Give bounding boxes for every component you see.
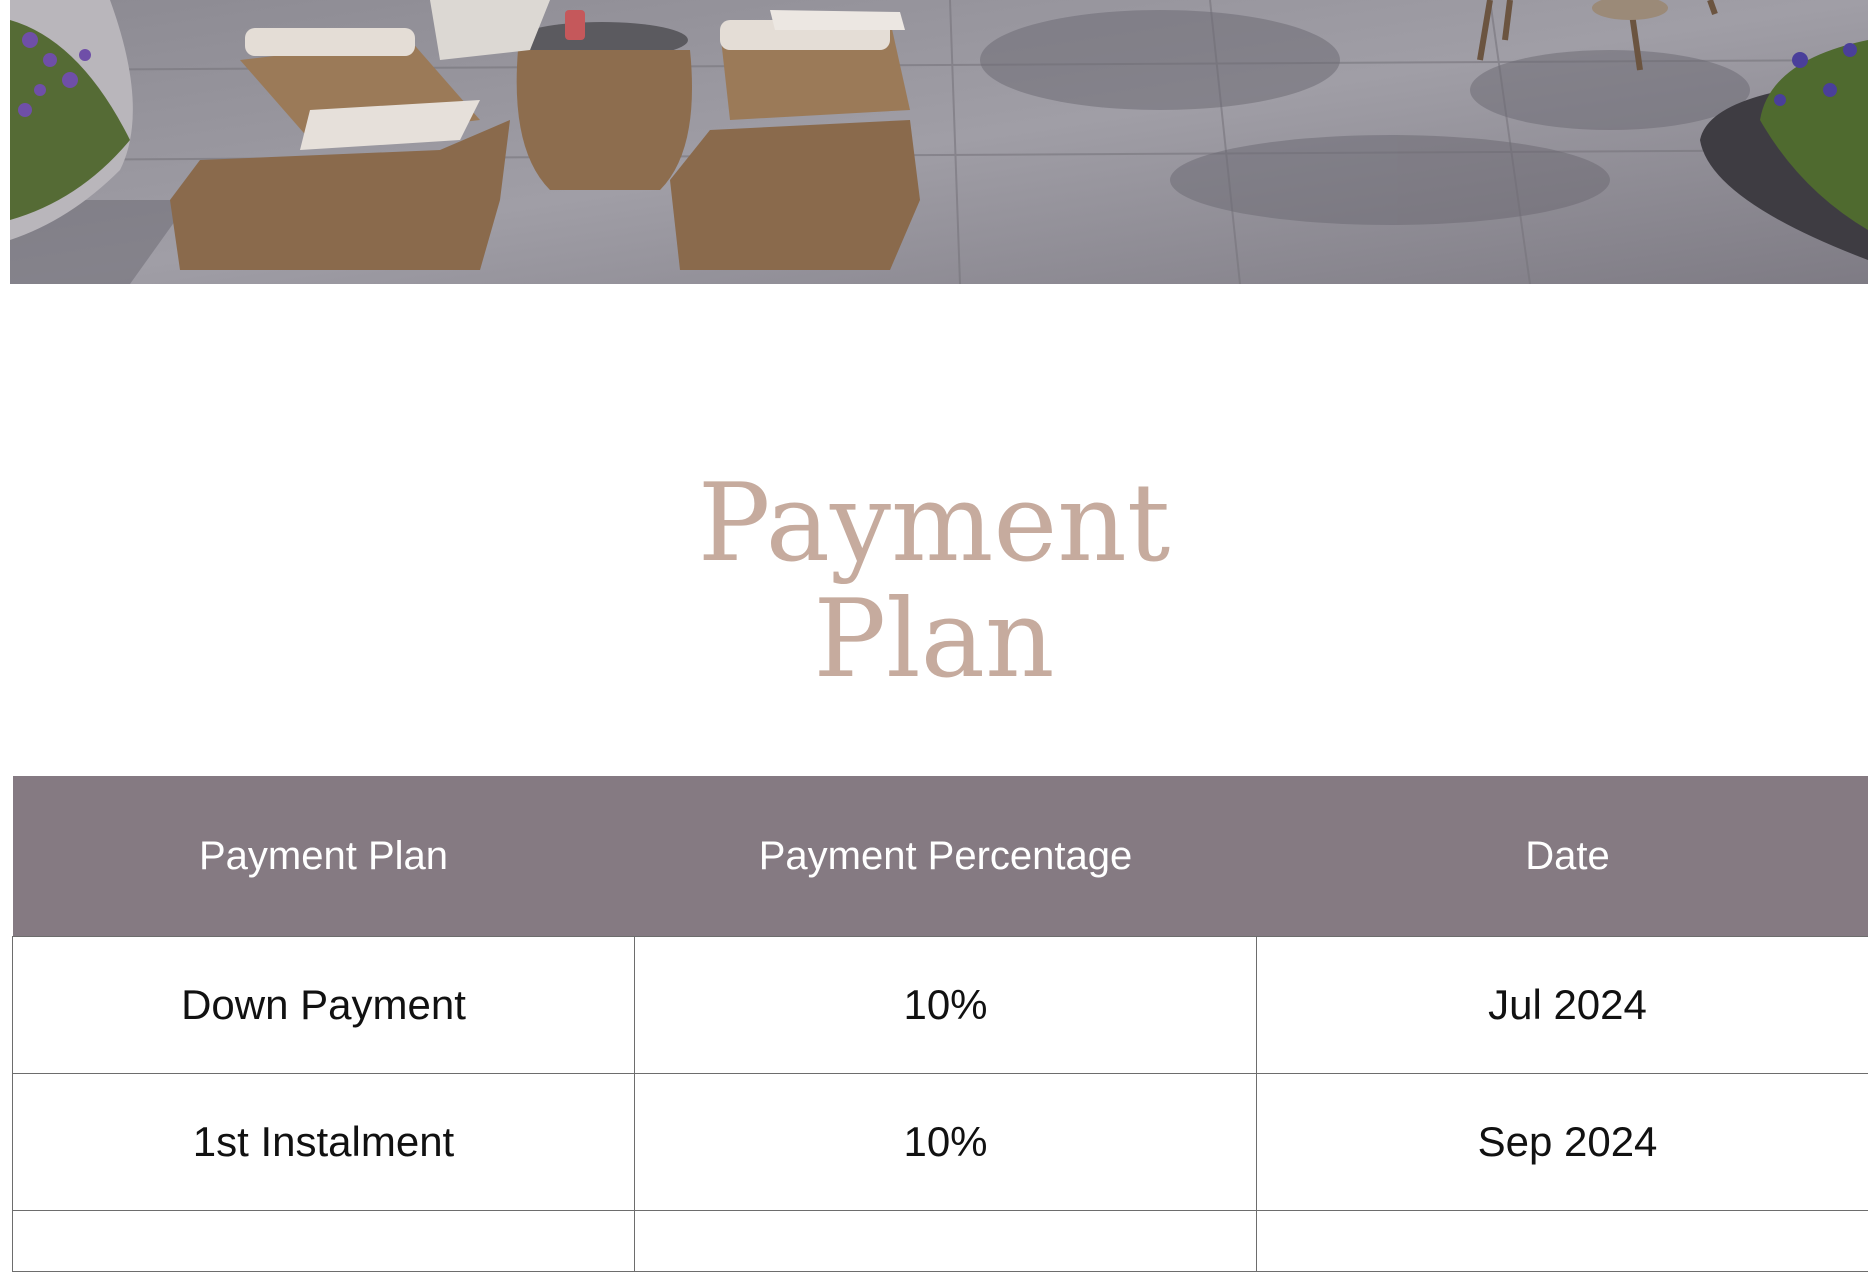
header-date: Date xyxy=(1257,776,1868,937)
header-payment-percentage: Payment Percentage xyxy=(635,776,1257,937)
cell-payment-percentage: 10% xyxy=(635,1074,1257,1211)
table-row: Down Payment 10% Jul 2024 xyxy=(13,937,1868,1074)
table-row: 1st Instalment 10% Sep 2024 xyxy=(13,1074,1868,1211)
cell-date xyxy=(1257,1211,1868,1272)
cell-payment-plan xyxy=(13,1211,635,1272)
cell-payment-plan: 1st Instalment xyxy=(13,1074,635,1211)
table-header-row: Payment Plan Payment Percentage Date xyxy=(13,776,1868,937)
payment-plan-table: Payment Plan Payment Percentage Date Dow… xyxy=(12,776,1868,1272)
cell-payment-percentage: 10% xyxy=(635,937,1257,1074)
terrace-photo xyxy=(10,0,1868,284)
cell-payment-percentage xyxy=(635,1211,1257,1272)
cell-date: Jul 2024 xyxy=(1257,937,1868,1074)
page-title-line-2: Plan xyxy=(0,584,1868,696)
table-row xyxy=(13,1211,1868,1272)
header-payment-plan: Payment Plan xyxy=(13,776,635,937)
cell-date: Sep 2024 xyxy=(1257,1074,1868,1211)
cell-payment-plan: Down Payment xyxy=(13,937,635,1074)
page-title-line-1: Payment xyxy=(0,468,1868,580)
hero-image xyxy=(10,0,1868,284)
